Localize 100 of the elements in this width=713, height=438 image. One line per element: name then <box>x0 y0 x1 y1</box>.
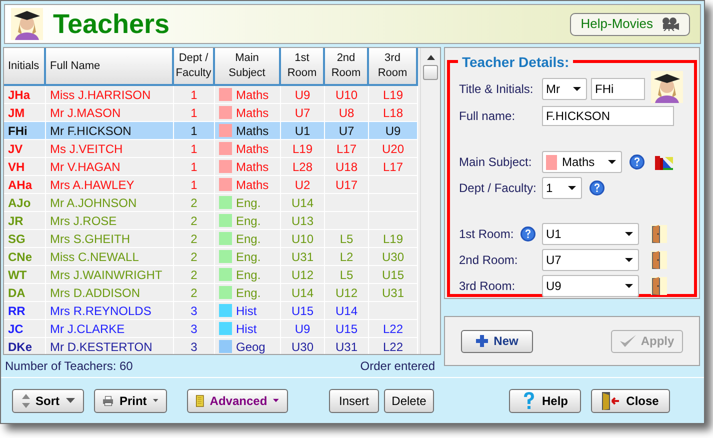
new-button[interactable]: New <box>461 330 533 352</box>
table-cell-text: Maths <box>236 104 269 122</box>
table-cell: 3 <box>174 302 215 320</box>
graduate-figure-icon <box>11 8 43 40</box>
table-cell: U31 <box>281 248 325 266</box>
field-label: Main Subject: <box>459 154 533 171</box>
full-name-field[interactable]: F.HICKSON <box>542 106 674 126</box>
field-label: Full name: <box>459 108 516 125</box>
table-cell-text: Eng. <box>236 230 261 248</box>
table-cell: Ms J.VEITCH <box>46 140 174 158</box>
table-cell: L5 <box>325 230 369 248</box>
sort-button[interactable]: Sort <box>12 388 84 412</box>
table-cell-text: Hist <box>236 302 257 320</box>
table-cell: VH <box>4 158 46 176</box>
caret-icon <box>625 284 633 288</box>
print-button[interactable]: Print <box>94 388 167 412</box>
table-cell: 3 <box>174 320 215 338</box>
column-header[interactable]: Main Subject <box>215 48 281 86</box>
table-cell-text: Eng. <box>236 194 261 212</box>
table-cell: U30 <box>369 248 418 266</box>
field-label: Title & Initials: <box>459 81 534 98</box>
up-down-arrows-icon <box>22 394 30 408</box>
table-cell: U14 <box>325 302 369 320</box>
table-cell: U9 <box>369 122 418 140</box>
column-header[interactable]: Dept / Faculty <box>174 48 215 86</box>
scroll-bar[interactable] <box>420 48 440 354</box>
table-cell: Mrs J.ROSE <box>46 212 174 230</box>
caret-icon <box>273 398 279 403</box>
dropdown-value: U9 <box>546 278 562 295</box>
column-header[interactable]: 1st Room <box>281 48 325 86</box>
close-button[interactable]: Close <box>591 388 670 412</box>
table-cell-text: Hist <box>236 320 257 338</box>
initials-field[interactable]: FHi <box>591 78 645 100</box>
table-cell-text: Maths <box>236 122 269 140</box>
help-movies-button[interactable]: Help-Movies <box>570 12 690 36</box>
field-label: 2nd Room: <box>459 252 518 269</box>
table-cell-text: Maths <box>236 140 269 158</box>
advanced-button[interactable]: Advanced <box>187 388 288 412</box>
column-header[interactable]: Full Name <box>46 48 174 86</box>
graduate-figure-icon <box>651 71 683 103</box>
dropdown[interactable]: U7 <box>542 249 639 271</box>
table-cell: L19 <box>369 230 418 248</box>
table-cell: U15 <box>369 266 418 284</box>
door-icon <box>651 277 667 295</box>
table-cell: L19 <box>369 86 418 104</box>
table-cell: U31 <box>369 284 418 302</box>
table-cell: Mrs S.GHEITH <box>46 230 174 248</box>
table-cell: JV <box>4 140 46 158</box>
table-cell-text: Maths <box>236 86 269 104</box>
table-cell: WT <box>4 266 46 284</box>
table-cell: U9 <box>281 86 325 104</box>
sort-order-label: Order entered <box>360 358 435 376</box>
caret-icon <box>152 398 158 403</box>
table-cell: U13 <box>281 212 325 230</box>
field-label: Dept / Faculty: <box>459 180 538 197</box>
table-cell-text: Eng. <box>236 266 261 284</box>
help-icon <box>589 180 605 196</box>
table-cell: 2 <box>174 284 215 302</box>
table-cell: Mrs D.ADDISON <box>46 284 174 302</box>
checkmark-icon <box>620 335 636 347</box>
movie-camera-icon <box>661 17 679 31</box>
table-cell: U2 <box>281 176 325 194</box>
table-cell: JR <box>4 212 46 230</box>
table-cell: U15 <box>325 320 369 338</box>
column-header[interactable]: 3rd Room <box>369 48 418 86</box>
table-cell: JHa <box>4 86 46 104</box>
table-cell: 2 <box>174 248 215 266</box>
column-header[interactable]: 2nd Room <box>325 48 369 86</box>
table-cell: DA <box>4 284 46 302</box>
table-cell-text: Maths <box>236 176 269 194</box>
dropdown[interactable]: 1 <box>542 177 582 199</box>
caret-icon <box>608 160 616 164</box>
table-cell: AHa <box>4 176 46 194</box>
toolbar-button[interactable]: Insert <box>329 388 379 412</box>
table-cell: 2 <box>174 212 215 230</box>
table-cell-text: Eng. <box>236 212 261 230</box>
table-cell: U8 <box>325 104 369 122</box>
column-header[interactable]: Initials <box>4 48 46 86</box>
door-icon <box>651 225 667 243</box>
dropdown[interactable]: Maths <box>542 151 622 173</box>
table-cell: SG <box>4 230 46 248</box>
table-cell-text: Maths <box>236 158 269 176</box>
table-cell: U10 <box>325 86 369 104</box>
dropdown[interactable]: U1 <box>542 223 639 245</box>
help-button[interactable]: Help <box>509 388 581 412</box>
field-label: 1st Room: <box>459 226 514 243</box>
table-cell: L2 <box>325 248 369 266</box>
table-cell: Miss C.NEWALL <box>46 248 174 266</box>
dropdown[interactable]: Mr <box>542 78 587 100</box>
table-cell: U18 <box>325 158 369 176</box>
table-cell: Mr F.HICKSON <box>46 122 174 140</box>
table-cell: U9 <box>281 320 325 338</box>
dropdown[interactable]: U9 <box>542 275 639 297</box>
scroll-thumb[interactable] <box>423 65 438 80</box>
field-label: 3rd Room: <box>459 278 516 295</box>
table-cell: U14 <box>281 284 325 302</box>
table-cell: CNe <box>4 248 46 266</box>
toolbar-button[interactable]: Delete <box>384 388 434 412</box>
caret-icon <box>625 258 633 262</box>
table-cell: U1 <box>281 122 325 140</box>
